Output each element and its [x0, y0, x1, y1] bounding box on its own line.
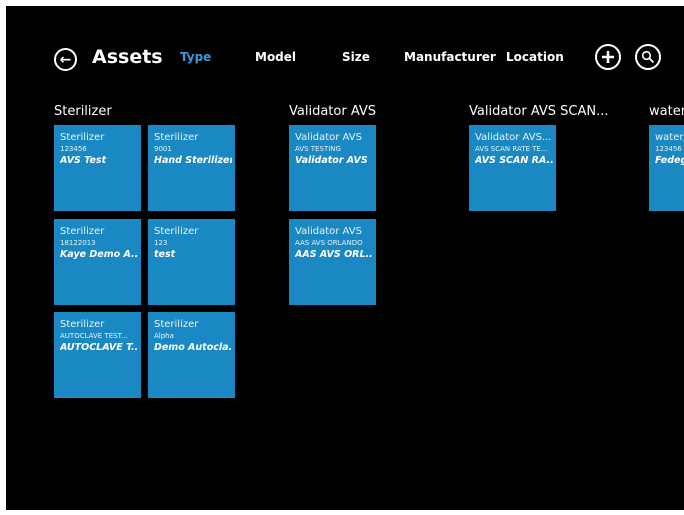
asset-tile[interactable]: Sterilizer 18122013 Kaye Demo A...	[54, 219, 141, 305]
tile-name: AVS SCAN RA...	[475, 155, 553, 166]
tile-name: AAS AVS ORL...	[295, 249, 373, 260]
asset-tile[interactable]: Sterilizer AUTOCLAVE TEST... AUTOCLAVE T…	[54, 312, 141, 398]
tile-type: Validator AVS	[295, 132, 362, 143]
asset-tile[interactable]: Sterilizer 9001 Hand Sterilizer	[148, 125, 235, 211]
tab-location[interactable]: Location	[506, 50, 564, 64]
tile-name: test	[154, 249, 176, 260]
tile-type: Sterilizer	[60, 132, 105, 143]
tile-model: 18122013	[60, 239, 96, 247]
group-title-water[interactable]: water/	[649, 104, 684, 119]
tile-name: AVS Test	[60, 155, 107, 166]
tile-type: Sterilizer	[154, 319, 199, 330]
tile-model: AUTOCLAVE TEST...	[60, 332, 128, 340]
asset-tile[interactable]: Validator AVS AVS TESTING Validator AVS	[289, 125, 376, 211]
asset-tile[interactable]: Sterilizer 123 test	[148, 219, 235, 305]
tab-manufacturer[interactable]: Manufacturer	[404, 50, 496, 64]
tile-model: AAS AVS ORLANDO	[295, 239, 363, 247]
group-title-sterilizer[interactable]: Sterilizer	[54, 104, 112, 119]
asset-tile[interactable]: Validator AVS AAS AVS ORLANDO AAS AVS OR…	[289, 219, 376, 305]
asset-tile[interactable]: Sterilizer Alpha Demo Autocla...	[148, 312, 235, 398]
tile-model: 123	[154, 239, 168, 247]
tile-type: Validator AVS...	[475, 132, 552, 143]
tab-type[interactable]: Type	[180, 50, 211, 64]
tile-type: Validator AVS	[295, 226, 362, 237]
tile-name: Kaye Demo A...	[60, 249, 138, 260]
tile-type: Sterilizer	[154, 132, 199, 143]
tile-name: Hand Sterilizer	[154, 155, 232, 166]
tile-model: 123456	[655, 145, 682, 153]
app-window: ← Assets Type Model Size Manufacturer Lo…	[6, 6, 684, 510]
tile-model: AVS SCAN RATE TE...	[475, 145, 548, 153]
tab-size[interactable]: Size	[342, 50, 370, 64]
asset-tile[interactable]: Validator AVS... AVS SCAN RATE TE... AVS…	[469, 125, 556, 211]
tab-model[interactable]: Model	[255, 50, 296, 64]
asset-tile[interactable]: water/ 123456 Fedeg	[649, 125, 684, 211]
tile-name: Fedeg	[655, 155, 684, 166]
back-arrow-icon[interactable]: ←	[54, 48, 77, 71]
tile-type: Sterilizer	[154, 226, 199, 237]
tile-model: 123456	[60, 145, 87, 153]
search-icon[interactable]	[635, 44, 661, 70]
plus-icon[interactable]	[595, 44, 621, 70]
group-title-validator-avs[interactable]: Validator AVS	[289, 104, 376, 119]
tile-type: Sterilizer	[60, 319, 105, 330]
page-title: Assets	[92, 46, 163, 68]
group-title-validator-avs-scan[interactable]: Validator AVS SCAN...	[469, 104, 609, 119]
asset-tile[interactable]: Sterilizer 123456 AVS Test	[54, 125, 141, 211]
tile-type: Sterilizer	[60, 226, 105, 237]
tile-name: Validator AVS	[295, 155, 368, 166]
tile-model: 9001	[154, 145, 172, 153]
tile-type: water/	[655, 132, 684, 143]
tile-model: AVS TESTING	[295, 145, 341, 153]
tile-model: Alpha	[154, 332, 174, 340]
tile-name: AUTOCLAVE T...	[60, 342, 138, 353]
tile-name: Demo Autocla...	[154, 342, 232, 353]
